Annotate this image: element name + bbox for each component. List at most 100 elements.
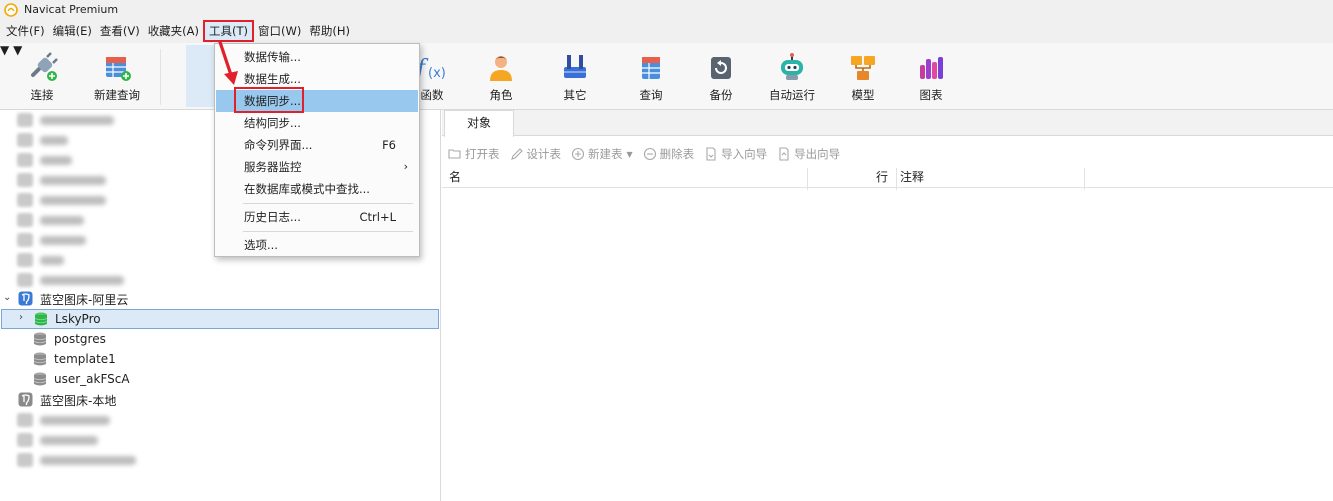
- redacted-icon: [17, 173, 33, 187]
- menu-file[interactable]: 文件(F): [2, 20, 49, 42]
- redacted-tree-row[interactable]: [0, 450, 440, 470]
- menu-item-label: 数据传输...: [244, 50, 301, 64]
- user-role-icon: [490, 56, 512, 81]
- redacted-icon: [17, 273, 33, 287]
- redacted-icon: [17, 113, 33, 127]
- database-lskypro[interactable]: › LskyPro: [1, 309, 439, 329]
- chevron-right-icon: ›: [403, 160, 408, 173]
- import-wizard-button[interactable]: 导入向导: [704, 146, 767, 162]
- new-table-dropdown-icon[interactable]: ▼: [627, 150, 633, 159]
- column-divider[interactable]: [896, 168, 897, 190]
- redacted-tree-row[interactable]: [0, 270, 440, 290]
- chart-icon: [920, 57, 943, 79]
- redacted-text: [40, 236, 86, 245]
- robot-icon: [781, 53, 803, 80]
- menu-separator: [243, 231, 413, 232]
- column-rows-header[interactable]: 行: [876, 166, 888, 188]
- plug-icon: [31, 52, 58, 81]
- others-button[interactable]: 其它: [552, 43, 598, 109]
- chevron-down-icon[interactable]: ⌄: [3, 292, 11, 303]
- menu-favorites[interactable]: 收藏夹(A): [144, 20, 203, 42]
- column-comment-header[interactable]: 注释: [900, 166, 924, 188]
- role-label: 角色: [489, 88, 513, 102]
- database-postgres[interactable]: postgres: [0, 330, 440, 350]
- redacted-icon: [17, 413, 33, 427]
- database-user-akfsca[interactable]: user_akFScA: [0, 370, 440, 390]
- open-table-button[interactable]: 打开表: [448, 146, 500, 162]
- column-divider[interactable]: [807, 168, 808, 190]
- export-wizard-button[interactable]: 导出向导: [777, 146, 840, 162]
- redacted-tree-row[interactable]: [0, 430, 440, 450]
- query-label: 查询: [639, 88, 663, 102]
- import-icon: [706, 147, 716, 161]
- connection-aliyun[interactable]: ⌄ 蓝空图床-阿里云: [0, 289, 440, 309]
- menu-window[interactable]: 窗口(W): [254, 20, 305, 42]
- delete-table-button[interactable]: 删除表: [643, 146, 695, 162]
- redacted-text: [40, 156, 72, 165]
- window-title: Navicat Premium: [24, 3, 119, 16]
- object-toolbar: 打开表 设计表 新建表 ▼ 删除表 导入向导 导出向导: [442, 143, 1333, 165]
- redacted-icon: [17, 453, 33, 467]
- navicat-window: Navicat Premium 文件(F) 编辑(E) 查看(V) 收藏夹(A)…: [0, 0, 1333, 501]
- redacted-icon: [17, 233, 33, 247]
- database-template1[interactable]: template1: [0, 350, 440, 370]
- redacted-text: [40, 256, 64, 265]
- annotation-arrow-icon: [218, 40, 238, 85]
- tab-strip: 对象: [442, 110, 1333, 137]
- new-table-button[interactable]: 新建表 ▼: [571, 146, 633, 162]
- connect-dropdown-icon[interactable]: ▼: [0, 43, 9, 57]
- database-label: user_akFScA: [54, 372, 130, 386]
- automation-button[interactable]: 自动运行: [764, 43, 820, 109]
- redacted-tree-row[interactable]: [0, 410, 440, 430]
- menu-help[interactable]: 帮助(H): [305, 20, 354, 42]
- column-name-header[interactable]: 名: [449, 166, 461, 188]
- redacted-text: [40, 436, 98, 445]
- menu-item-server-monitor[interactable]: 服务器监控 ›: [216, 156, 418, 178]
- tab-objects[interactable]: 对象: [444, 110, 514, 137]
- model-button[interactable]: 模型: [840, 43, 886, 109]
- new-table-label: 新建表: [588, 147, 623, 161]
- delete-table-label: 删除表: [659, 147, 695, 161]
- menu-item-console[interactable]: 命令列界面... F6: [216, 134, 418, 156]
- connection-aliyun-label: 蓝空图床-阿里云: [40, 293, 129, 307]
- plus-circle-icon: [571, 147, 585, 161]
- menu-item-shortcut: F6: [382, 138, 396, 152]
- backup-button[interactable]: 备份: [698, 43, 744, 109]
- chevron-right-icon[interactable]: ›: [19, 312, 23, 323]
- menu-view[interactable]: 查看(V): [96, 20, 144, 42]
- objects-pane: 对象 打开表 设计表 新建表 ▼ 删除表 导入向导 导出向导 名 行 注释: [442, 110, 1333, 501]
- menu-item-find-in-database[interactable]: 在数据库或模式中查找...: [216, 178, 418, 200]
- menu-item-data-transfer[interactable]: 数据传输...: [216, 46, 418, 68]
- menu-item-structure-sync[interactable]: 结构同步...: [216, 112, 418, 134]
- role-button[interactable]: 角色: [478, 43, 524, 109]
- function-icon: f (x): [415, 56, 446, 81]
- connect-button[interactable]: 连接: [16, 43, 68, 109]
- backup-label: 备份: [709, 88, 733, 102]
- column-divider[interactable]: [1084, 168, 1085, 190]
- redacted-text: [40, 196, 106, 205]
- navicat-logo-icon: [4, 2, 18, 17]
- menu-item-options[interactable]: 选项...: [216, 234, 418, 256]
- toolbar-separator: [160, 49, 161, 105]
- menu-item-label: 命令列界面...: [244, 138, 313, 152]
- redacted-text: [40, 136, 68, 145]
- tools-dropdown-menu: 数据传输... 数据生成... 数据同步... 结构同步... 命令列界面...…: [214, 43, 420, 257]
- export-wizard-label: 导出向导: [794, 147, 841, 161]
- new-query-button[interactable]: 新建查询: [88, 43, 146, 109]
- database-icon: [33, 332, 47, 346]
- database-icon: [33, 372, 47, 386]
- menu-item-history-log[interactable]: 历史日志... Ctrl+L: [216, 206, 418, 228]
- menu-edit[interactable]: 编辑(E): [49, 20, 96, 42]
- redacted-icon: [17, 253, 33, 267]
- redacted-text: [40, 416, 110, 425]
- database-label: postgres: [54, 332, 106, 346]
- chart-button[interactable]: 图表: [908, 43, 954, 109]
- menu-tools[interactable]: 工具(T): [203, 20, 255, 42]
- svg-text:(x): (x): [428, 66, 446, 81]
- connection-local[interactable]: 蓝空图床-本地: [0, 390, 440, 410]
- menu-item-label: 历史日志...: [244, 210, 301, 224]
- query-button[interactable]: 查询: [628, 43, 674, 109]
- query-icon: [642, 57, 660, 79]
- new-query-label: 新建查询: [94, 88, 140, 102]
- design-table-button[interactable]: 设计表: [510, 146, 561, 162]
